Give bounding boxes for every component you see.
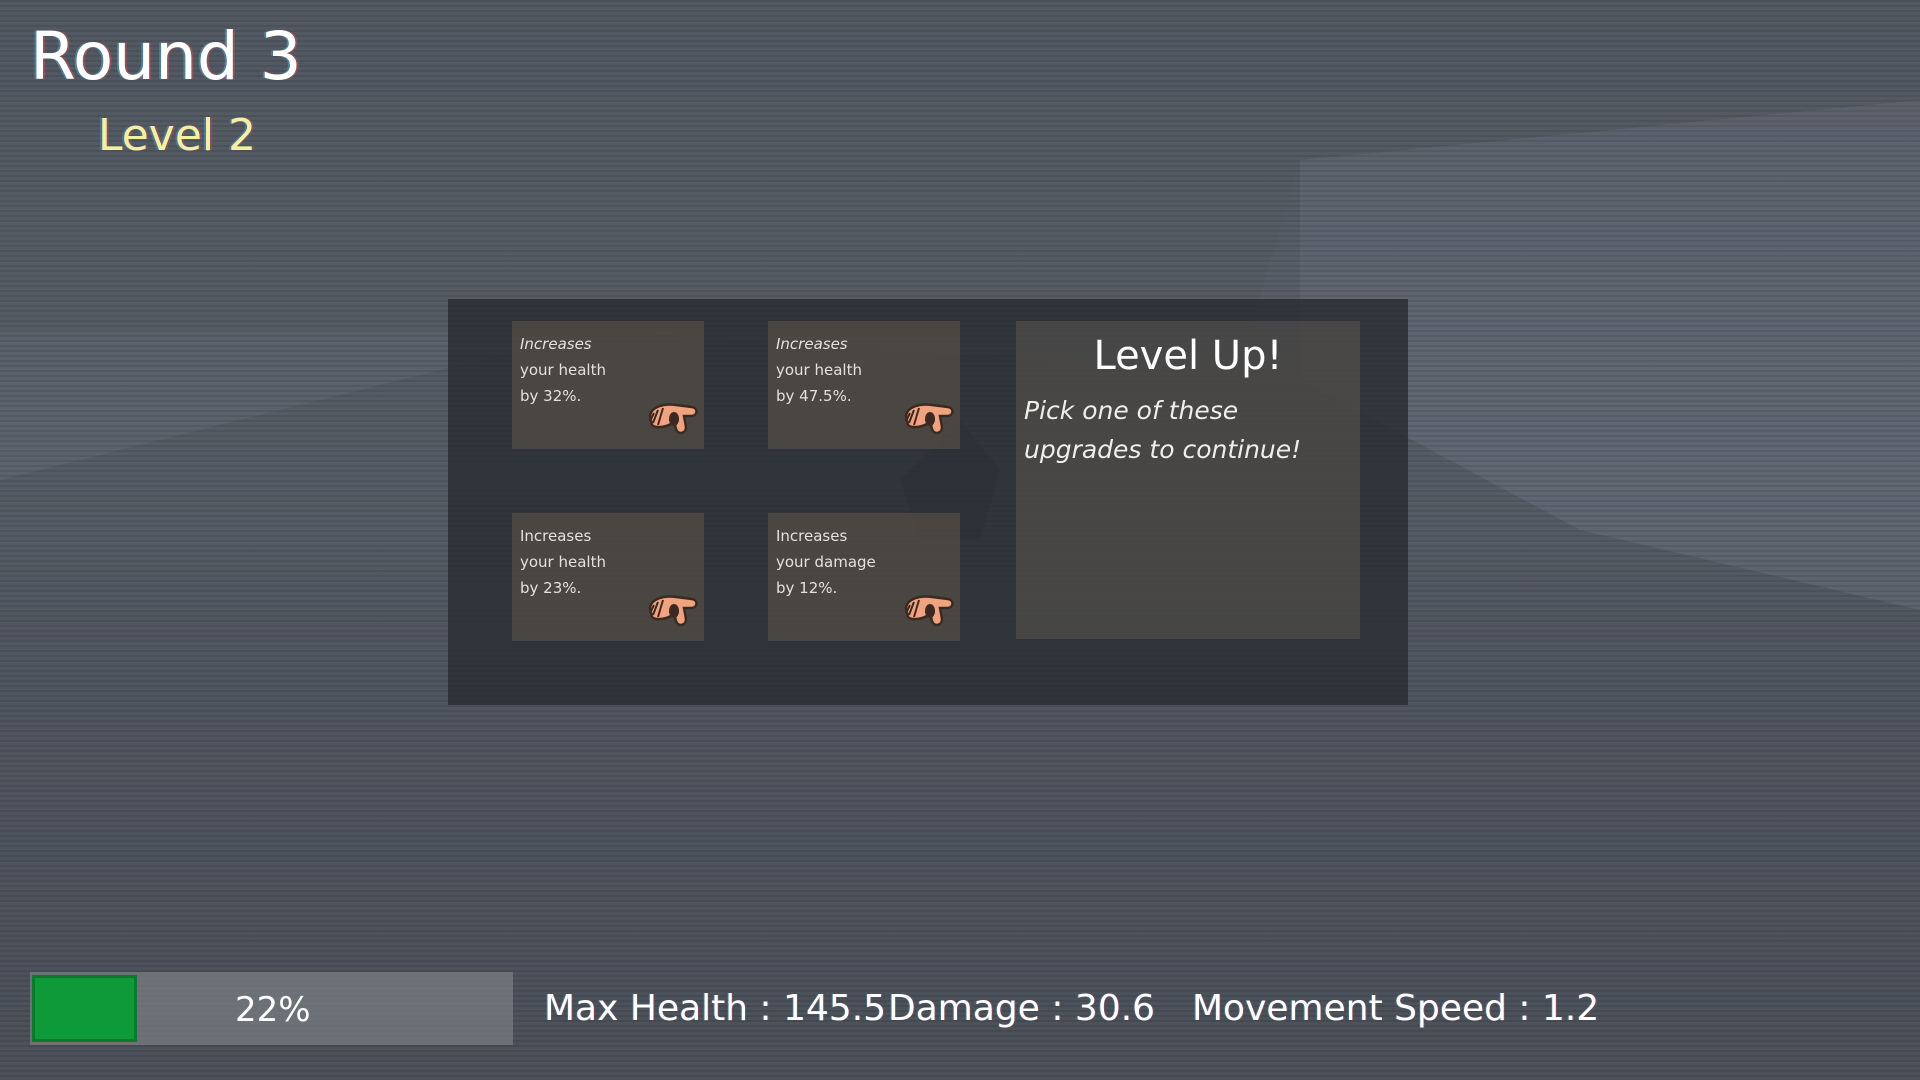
max-health-stat: Max Health : 145.5 <box>544 988 887 1029</box>
upgrade-card-health-23[interactable]: Increases your health by 23%. <box>512 513 704 641</box>
hand-icon <box>648 595 698 627</box>
upgrade-line: your health <box>520 361 606 379</box>
upgrade-card-damage-12[interactable]: Increases your damage by 12%. <box>768 513 960 641</box>
experience-percent: 22% <box>235 990 311 1030</box>
round-title: Round 3 <box>30 18 302 95</box>
player-level: Level 2 <box>98 110 257 161</box>
upgrade-card-health-32[interactable]: Increases your health by 32%. <box>512 321 704 449</box>
upgrade-card-health-47-5[interactable]: Increases your health by 47.5%. <box>768 321 960 449</box>
damage-stat: Damage : 30.6 <box>888 988 1156 1029</box>
experience-bar-fill <box>32 975 137 1042</box>
upgrade-line: Increases <box>776 527 848 545</box>
upgrade-line: your health <box>776 361 862 379</box>
movement-speed-stat: Movement Speed : 1.2 <box>1192 988 1600 1029</box>
upgrade-line: Increases <box>520 335 592 353</box>
hand-icon <box>904 403 954 435</box>
level-up-info-box: Level Up! Pick one of these upgrades to … <box>1016 321 1360 639</box>
hand-icon <box>648 403 698 435</box>
experience-bar: 22% <box>30 972 513 1045</box>
upgrade-line: your damage <box>776 553 876 571</box>
level-up-instructions: Pick one of these upgrades to continue! <box>1024 396 1302 464</box>
level-up-panel: Increases your health by 32%. Increases … <box>448 299 1408 705</box>
hand-icon <box>904 595 954 627</box>
upgrade-line: Increases <box>520 527 592 545</box>
upgrade-line: Increases <box>776 335 848 353</box>
upgrade-line: your health <box>520 553 606 571</box>
level-up-heading: Level Up! <box>1093 333 1283 379</box>
